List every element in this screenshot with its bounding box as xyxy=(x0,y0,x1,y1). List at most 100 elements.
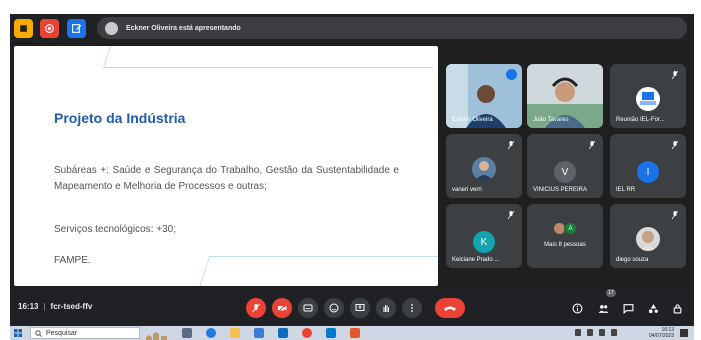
mic-off-icon xyxy=(508,211,514,219)
slide-decoration xyxy=(198,256,438,286)
participant-name: João Tavares xyxy=(533,117,569,123)
notifications-icon[interactable] xyxy=(680,329,688,337)
chrome-browser-icon[interactable] xyxy=(302,328,312,338)
system-clock[interactable]: 16:13 04/07/2023 xyxy=(649,327,674,339)
leave-call-button[interactable] xyxy=(435,298,465,318)
file-explorer-icon[interactable] xyxy=(230,328,240,338)
volume-icon[interactable] xyxy=(611,329,617,336)
mic-off-icon xyxy=(672,71,678,79)
participant-name: Reunião IEL-For... xyxy=(616,117,665,123)
windows-start-icon[interactable] xyxy=(14,329,22,337)
windows-taskbar: Pesquisar 16:13 04/07/2023 xyxy=(10,326,694,340)
speaking-indicator-icon xyxy=(506,69,517,80)
people-icon xyxy=(598,304,608,313)
news-widget-icon[interactable] xyxy=(146,328,168,340)
store-icon[interactable] xyxy=(254,328,264,338)
participant-name: vaneri verri xyxy=(452,187,482,193)
mic-off-icon xyxy=(672,211,678,219)
activities-button[interactable] xyxy=(645,300,661,316)
participant-name: IEL RR xyxy=(616,187,636,193)
lock-person-icon xyxy=(673,303,681,313)
mic-off-icon xyxy=(589,141,595,149)
more-options-button[interactable] xyxy=(402,298,422,318)
participant-avatar xyxy=(636,227,660,251)
chevron-up-icon[interactable] xyxy=(575,329,581,336)
participant-tile[interactable]: Reunião IEL-For... xyxy=(610,64,686,128)
info-icon xyxy=(572,303,582,313)
search-icon xyxy=(35,329,42,337)
slide-decoration xyxy=(102,46,438,68)
camera-off-icon xyxy=(277,303,287,313)
participant-tile[interactable]: diego souza xyxy=(610,204,686,268)
participant-name: Keiciane Prado ... xyxy=(452,257,500,263)
phone-hangup-icon xyxy=(444,306,456,311)
meet-window: Eckner Oliveira está apresentando Projet… xyxy=(10,14,694,326)
hand-icon xyxy=(383,305,389,312)
captions-icon xyxy=(303,304,313,312)
participant-name: Eckner Oliveira xyxy=(452,117,493,123)
meeting-info: 16:13 | fcr-tsed-ffv xyxy=(18,302,92,311)
yellow-app-icon[interactable] xyxy=(14,19,33,38)
edge-browser-icon[interactable] xyxy=(206,328,216,338)
task-view-icon[interactable] xyxy=(182,328,192,338)
participant-name: VINICIUS PEREIRA xyxy=(533,187,588,193)
camera-toggle-button[interactable] xyxy=(272,298,292,318)
more-vert-icon xyxy=(411,304,413,312)
presenter-avatar xyxy=(105,21,118,35)
slide-paragraph: FAMPE. xyxy=(54,255,91,266)
slide-paragraph: Serviços tecnológicos: +30; xyxy=(54,224,177,235)
present-screen-icon xyxy=(355,304,365,311)
participant-tile[interactable]: Eckner Oliveira xyxy=(446,64,522,128)
participant-initial-avatar: K xyxy=(473,231,495,253)
mic-off-icon xyxy=(508,141,514,149)
system-tray xyxy=(575,329,617,336)
participant-tile-more[interactable]: A Mais 8 pessoas xyxy=(527,204,603,268)
participant-count-badge: 17 xyxy=(606,289,616,297)
slide-paragraph: Subáreas +: Saúde e Segurança do Trabalh… xyxy=(54,165,399,192)
mic-off-icon xyxy=(672,141,678,149)
mail-icon[interactable] xyxy=(278,328,288,338)
participant-avatar xyxy=(636,87,660,111)
bottom-control-bar: 16:13 | fcr-tsed-ffv 17 xyxy=(10,289,694,326)
app-icon[interactable] xyxy=(350,328,360,338)
slide-title: Projeto da Indústria xyxy=(54,110,186,126)
participant-tile[interactable]: João Tavares xyxy=(527,64,603,128)
participant-tile[interactable]: vaneri verri xyxy=(446,134,522,198)
mic-toggle-button[interactable] xyxy=(246,298,266,318)
meeting-details-button[interactable] xyxy=(569,300,585,316)
meeting-time: 16:13 xyxy=(18,302,39,311)
record-icon[interactable] xyxy=(40,19,59,38)
clock-date: 04/07/2023 xyxy=(648,333,674,339)
meeting-code: fcr-tsed-ffv xyxy=(50,302,93,311)
chat-icon xyxy=(623,303,633,314)
presenting-text: Eckner Oliveira está apresentando xyxy=(126,24,241,32)
participant-tile[interactable]: K Keiciane Prado ... xyxy=(446,204,522,268)
captions-button[interactable] xyxy=(298,298,318,318)
people-button[interactable] xyxy=(595,300,611,316)
vscode-icon[interactable] xyxy=(326,328,336,338)
top-bar: Eckner Oliveira está apresentando xyxy=(10,14,694,42)
participant-avatar xyxy=(472,157,496,181)
host-controls-button[interactable] xyxy=(669,300,685,316)
more-participants-label: Mais 8 pessoas xyxy=(544,242,586,248)
shapes-icon xyxy=(648,303,658,313)
participant-initial-avatar: I xyxy=(637,161,659,183)
presented-slide: Projeto da Indústria Subáreas +: Saúde e… xyxy=(14,46,438,286)
battery-icon[interactable] xyxy=(587,329,593,336)
participant-tile[interactable]: V VINICIUS PEREIRA xyxy=(527,134,603,198)
participant-name: diego souza xyxy=(616,257,649,263)
search-placeholder: Pesquisar xyxy=(46,329,78,337)
participant-tile[interactable]: I IEL RR xyxy=(610,134,686,198)
raise-hand-button[interactable] xyxy=(376,298,396,318)
participant-initial-avatar: V xyxy=(554,161,576,183)
present-button[interactable] xyxy=(350,298,370,318)
separator: | xyxy=(43,302,46,311)
chat-button[interactable] xyxy=(620,300,636,316)
edit-icon[interactable] xyxy=(67,19,86,38)
presenting-banner: Eckner Oliveira está apresentando xyxy=(97,17,687,39)
wifi-icon[interactable] xyxy=(599,329,605,336)
emoji-button[interactable] xyxy=(324,298,344,318)
participant-initial-avatar: A xyxy=(564,222,577,235)
taskbar-search[interactable]: Pesquisar xyxy=(30,327,140,339)
mic-off-icon xyxy=(252,303,260,313)
